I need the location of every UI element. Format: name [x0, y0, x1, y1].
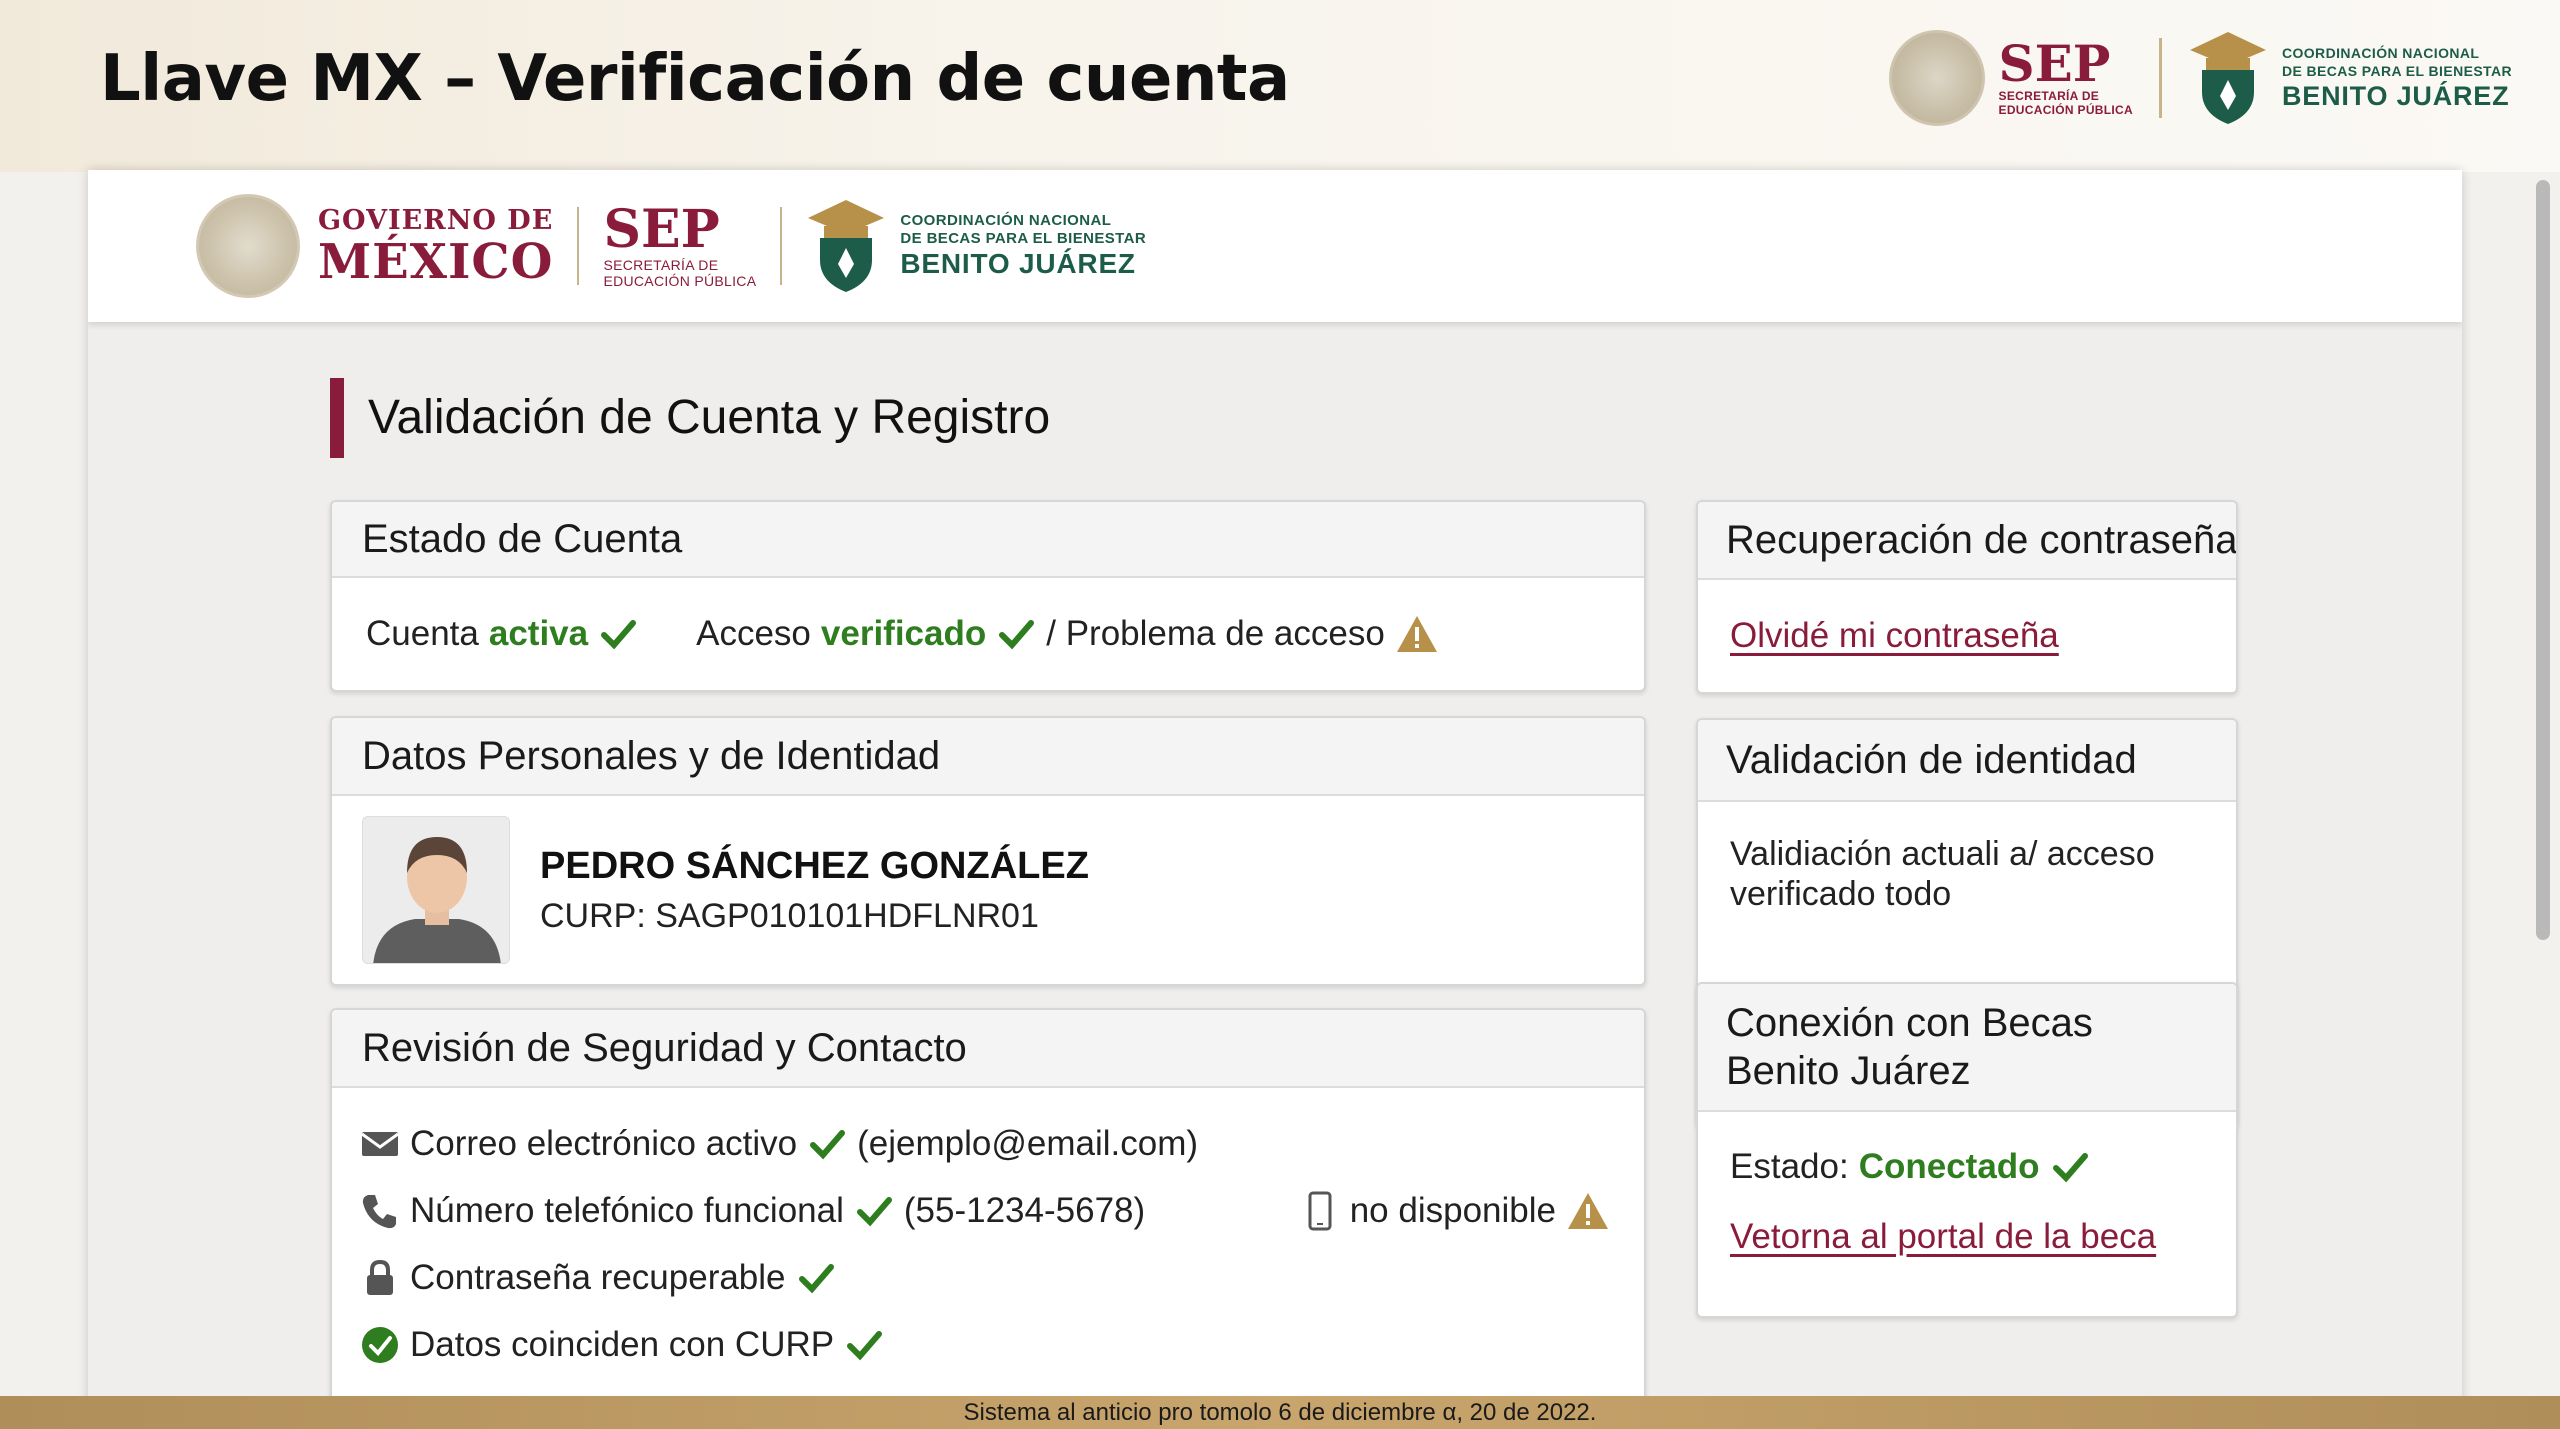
becas-line2: DE BECAS PARA EL BIENESTAR: [900, 230, 1147, 247]
sep-sub-1: SECRETARÍA DE: [1998, 89, 2100, 103]
window-logos: GOVIERNO DE MÉXICO SEP SECRETARÍA DE EDU…: [196, 192, 1146, 300]
warning-icon: [1396, 616, 1437, 652]
curp-row: Datos coinciden con CURP: [360, 1311, 1610, 1378]
gobierno-logo: GOVIERNO DE MÉXICO: [318, 205, 553, 287]
envelope-icon: [361, 1131, 399, 1156]
footer-bar: Sistema al anticio pro tomolo 6 de dicie…: [0, 1396, 2560, 1429]
datos-personales-card: Datos Personales y de Identidad PEDRO SÁ…: [330, 716, 1646, 986]
cuenta-value: activa: [488, 614, 589, 653]
slide-header: Llave MX – Verificación de cuenta SEP SE…: [0, 0, 2560, 172]
gobierno-big: MÉXICO: [318, 234, 554, 290]
becas-status-row: Estado: Conectado: [1730, 1134, 2202, 1200]
forgot-password-link[interactable]: Olvidé mi contraseña: [1730, 616, 2059, 656]
check-icon: [847, 1330, 883, 1360]
window-header: GOVIERNO DE MÉXICO SEP SECRETARÍA DE EDU…: [88, 170, 2462, 322]
slide-title: Llave MX – Verificación de cuenta: [100, 42, 1290, 116]
check-icon: [810, 1129, 846, 1159]
scrollbar[interactable]: [2536, 180, 2550, 940]
curp-value: CURP: SAGP010101HDFLNR01: [540, 897, 1039, 935]
sep-sub-2: EDUCACIÓN PÚBLICA: [1998, 103, 2133, 117]
check-icon: [999, 620, 1035, 650]
person-name: PEDRO SÁNCHEZ GONZÁLEZ: [540, 845, 1089, 887]
mexico-seal-icon: [196, 194, 300, 298]
becas-line2: DE BECAS PARA EL BIENESTAR: [2281, 63, 2512, 79]
acceso-label: Acceso: [696, 614, 811, 653]
card-title: Validación de identidad: [1698, 720, 2236, 802]
identity-info: PEDRO SÁNCHEZ GONZÁLEZ CURP: SAGP010101H…: [540, 840, 1089, 940]
becas-body: Estado: Conectado Vetorna al portal de l…: [1698, 1112, 2236, 1274]
app-window: GOVIERNO DE MÉXICO SEP SECRETARÍA DE EDU…: [88, 170, 2462, 1429]
sep-word: SEP: [1998, 34, 2111, 93]
gobierno-small: GOVIERNO DE: [318, 205, 554, 236]
graduation-shield-icon: [2189, 32, 2266, 124]
sep-sub-1: SECRETARÍA DE: [603, 257, 719, 273]
phone-icon: [362, 1194, 396, 1228]
becas-line1: COORDINACIÓN NACIONAL: [2281, 45, 2480, 61]
logo-divider: [780, 207, 783, 285]
estado-cuenta-body: Cuenta activa Acceso verificado / Proble…: [332, 578, 1644, 690]
becas-logo-text: COORDINACIÓN NACIONAL DE BECAS PARA EL B…: [900, 212, 1146, 280]
problema-acceso: / Problema de acceso: [1046, 614, 1385, 653]
mexico-seal-icon: [1888, 30, 1985, 126]
phone-row: Número telefónico funcional (55-1234-567…: [360, 1177, 1610, 1244]
mobile-label: no disponible: [1349, 1190, 1556, 1230]
password-row: Contraseña recuperable: [360, 1244, 1610, 1311]
recuperacion-card: Recuperación de contraseña Olvidé mi con…: [1696, 500, 2238, 694]
seguridad-body: Correo electrónico activo (ejemplo@email…: [332, 1088, 1644, 1378]
page-title: Validación de Cuenta y Registro: [330, 378, 1050, 458]
avatar: [362, 816, 510, 964]
warning-icon: [1568, 1192, 1608, 1229]
estado-cuenta-card: Estado de Cuenta Cuenta activa Acceso ve…: [330, 500, 1646, 692]
card-title: Datos Personales y de Identidad: [332, 718, 1644, 796]
password-label: Contraseña recuperable: [410, 1257, 786, 1297]
datos-personales-body: PEDRO SÁNCHEZ GONZÁLEZ CURP: SAGP010101H…: [332, 796, 1644, 984]
lock-icon: [367, 1259, 393, 1295]
check-icon: [2052, 1153, 2088, 1183]
email-row: Correo electrónico activo (ejemplo@email…: [360, 1110, 1610, 1177]
return-portal-link[interactable]: Vetorna al portal de la beca: [1730, 1217, 2156, 1257]
becas-link-row: Vetorna al portal de la beca: [1730, 1200, 2202, 1274]
card-title: Conexión con Becas Benito Juárez: [1698, 984, 2236, 1112]
check-icon: [856, 1196, 892, 1226]
estado-value: Conectado: [1858, 1147, 2040, 1186]
graduation-shield-icon: [808, 200, 885, 292]
sep-word: SEP: [603, 199, 720, 260]
check-circle-icon: [362, 1326, 398, 1363]
card-title: Estado de Cuenta: [332, 502, 1644, 578]
logo-divider: [577, 207, 580, 285]
card-title: Revisión de Seguridad y Contacto: [332, 1010, 1644, 1088]
seguridad-card: Revisión de Seguridad y Contacto Correo …: [330, 1008, 1646, 1429]
email-value: (ejemplo@email.com): [857, 1123, 1199, 1163]
sep-logo: SEP SECRETARÍA DE EDUCACIÓN PÚBLICA: [603, 199, 757, 290]
becas-big: BENITO JUÁREZ: [900, 248, 1136, 279]
identidad-text: Validiación actuali a/ acceso verificado…: [1730, 835, 2155, 913]
becas-big: BENITO JUÁREZ: [2281, 81, 2510, 111]
becas-line1: COORDINACIÓN NACIONAL: [900, 212, 1112, 229]
phone-label: Número telefónico funcional: [410, 1190, 844, 1230]
email-label: Correo electrónico activo: [410, 1123, 798, 1163]
top-logos: SEP SECRETARÍA DE EDUCACIÓN PÚBLICA COOR…: [1888, 28, 2512, 128]
becas-card: Conexión con Becas Benito Juárez Estado:…: [1696, 982, 2238, 1318]
check-icon: [601, 620, 637, 650]
sep-sub-2: EDUCACIÓN PÚBLICA: [603, 273, 757, 289]
check-icon: [798, 1263, 834, 1293]
cuenta-label: Cuenta: [366, 614, 479, 653]
mobile-status: no disponible: [1300, 1177, 1610, 1244]
mobile-phone-icon: [1308, 1191, 1332, 1230]
logo-divider: [2158, 38, 2162, 118]
phone-value: (55-1234-5678): [903, 1190, 1146, 1230]
acceso-value: verificado: [820, 614, 987, 653]
person-icon: [363, 817, 509, 963]
card-title: Recuperación de contraseña: [1698, 502, 2236, 580]
recuperacion-body: Olvidé mi contraseña: [1698, 580, 2236, 692]
sep-logo: SEP SECRETARÍA DE EDUCACIÓN PÚBLICA: [1998, 34, 2133, 118]
estado-label: Estado:: [1730, 1147, 1849, 1186]
curp-match-label: Datos coinciden con CURP: [410, 1324, 835, 1364]
becas-logo-text: COORDINACIÓN NACIONAL DE BECAS PARA EL B…: [2282, 44, 2512, 112]
